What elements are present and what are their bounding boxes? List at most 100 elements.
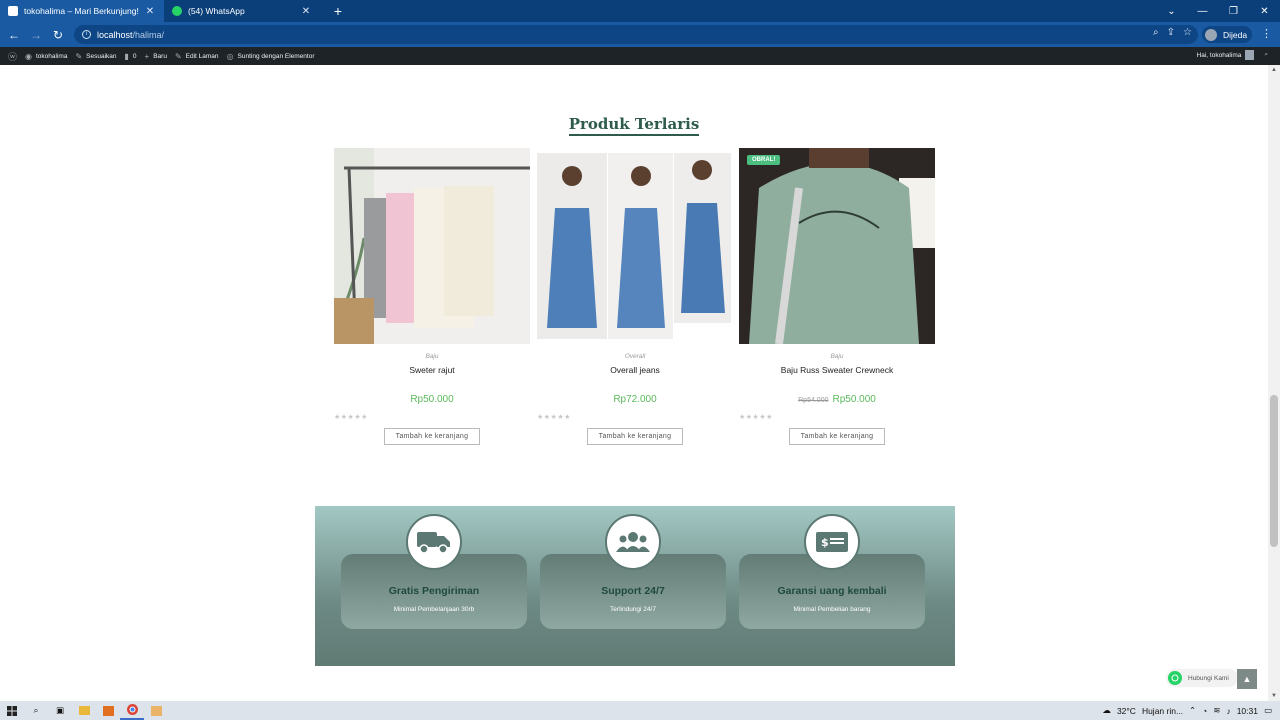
taskbar: ⌕ ▣ ☁ 32°C Hujan rin... ⌃ ◔ ≋ ♪ 10:31 ▭ — [0, 701, 1280, 720]
product-old-price: Rp54.000 — [798, 397, 829, 404]
task-view-icon[interactable]: ▣ — [48, 701, 72, 720]
rating-stars: ★★★★★ — [739, 414, 773, 421]
search-icon[interactable]: ⌕ — [24, 701, 48, 720]
url-path: /halima/ — [132, 29, 165, 40]
share-icon[interactable]: ⇪ — [1167, 27, 1175, 38]
product-price: Rp54.000 Rp50.000 — [739, 394, 935, 405]
product-category[interactable]: Baju — [739, 353, 935, 360]
feature-subtitle: Minimal Pembelanjaan 30rb — [393, 606, 475, 613]
menu-icon[interactable]: ⋮ — [1261, 27, 1272, 40]
product-current-price: Rp72.000 — [613, 394, 657, 405]
info-icon[interactable]: i — [82, 30, 91, 39]
truck-icon — [406, 514, 462, 570]
product-name[interactable]: Sweter rajut — [334, 365, 530, 375]
feature-title: Gratis Pengiriman — [388, 585, 480, 597]
admin-site-label: tokohalima — [36, 52, 68, 60]
whatsapp-contact-button[interactable]: Hubungi Kami — [1167, 670, 1237, 686]
wordpress-logo-icon[interactable]: ⓦ — [8, 50, 17, 63]
system-tray: ☁ 32°C Hujan rin... ⌃ ◔ ≋ ♪ 10:31 ▭ — [1102, 701, 1280, 720]
feature-card: Support 24/7 Terlindungi 24/7 — [540, 514, 726, 629]
app-icon[interactable] — [144, 701, 168, 720]
url-host: localhost — [97, 29, 133, 40]
add-to-cart-button[interactable]: Tambah ke keranjang — [384, 428, 480, 445]
star-icon[interactable]: ☆ — [1183, 27, 1192, 38]
product-card: Overall Overall jeans Rp72.000 ★★★★★ Tam… — [537, 148, 733, 445]
profile-label: Dijeda — [1223, 29, 1248, 40]
scrollbar-thumb[interactable] — [1270, 395, 1278, 547]
elementor-icon: ◎ — [226, 51, 234, 61]
new-tab-button[interactable]: + — [330, 3, 346, 19]
address-bar[interactable]: i localhost/halima/ ⌕ ⇪ ☆ — [74, 25, 1198, 44]
network-icon[interactable]: ◔ — [1202, 706, 1207, 716]
tab-tokohalima[interactable]: tokohalima – Mari Berkunjung! ✕ — [0, 0, 164, 22]
admin-new-link[interactable]: + Baru — [145, 52, 167, 61]
admin-greeting[interactable]: Hai, tokohalima — [1197, 52, 1242, 59]
clock[interactable]: 10:31 — [1237, 706, 1258, 716]
wp-admin-bar: ⓦ ◉ tokohalima ✎ Sesuaikan ▮ 0 + Baru ✎ Edit … — [0, 47, 1280, 65]
product-card: Baju Sweter rajut Rp50.000 ★★★★★ Tambah … — [334, 148, 530, 445]
feature-title: Support 24/7 — [601, 585, 665, 597]
chrome-icon[interactable] — [120, 701, 144, 720]
add-to-cart-button[interactable]: Tambah ke keranjang — [789, 428, 885, 445]
product-current-price: Rp50.000 — [410, 394, 454, 405]
forward-button[interactable]: → — [25, 28, 47, 42]
close-icon[interactable]: ✕ — [144, 6, 156, 17]
feature-card: $ Garansi uang kembali Minimal Pembelian… — [739, 514, 925, 629]
product-name[interactable]: Baju Russ Sweater Crewneck — [739, 365, 935, 375]
whatsapp-label: Hubungi Kami — [1188, 674, 1229, 682]
chevron-down-icon[interactable]: ⌄ — [1156, 6, 1187, 17]
admin-comments-link[interactable]: ▮ 0 — [125, 52, 137, 61]
admin-customize-link[interactable]: ✎ Sesuaikan — [75, 52, 116, 61]
pencil-icon: ✎ — [174, 51, 182, 61]
notification-icon[interactable]: ▭ — [1264, 705, 1272, 716]
admin-edit-link[interactable]: ✎ Edit Laman — [175, 52, 219, 61]
volume-icon[interactable]: ♪ — [1226, 706, 1230, 716]
feature-card: Gratis Pengiriman Minimal Pembelanjaan 3… — [341, 514, 527, 629]
add-to-cart-button[interactable]: Tambah ke keranjang — [587, 428, 683, 445]
wifi-icon[interactable]: ≋ — [1213, 705, 1220, 716]
search-icon[interactable]: ⌕ — [1264, 51, 1268, 59]
scrollbar[interactable]: ▲ ▼ — [1268, 65, 1280, 701]
sale-badge: OBRAL! — [747, 155, 781, 165]
rating-stars: ★★★★★ — [334, 414, 368, 421]
admin-elementor-label: Sunting dengan Elementor — [237, 52, 315, 60]
product-category[interactable]: Baju — [334, 353, 530, 360]
close-window-button[interactable]: ✕ — [1249, 6, 1280, 17]
users-icon — [605, 514, 661, 570]
file-explorer-icon[interactable] — [72, 701, 96, 720]
profile-button[interactable]: Dijeda — [1202, 26, 1252, 43]
scroll-down-icon[interactable]: ▼ — [1268, 693, 1280, 699]
product-name[interactable]: Overall jeans — [537, 365, 733, 375]
admin-customize-label: Sesuaikan — [86, 52, 117, 60]
feature-subtitle: Minimal Pembelian barang — [793, 606, 871, 613]
zoom-icon[interactable]: ⌕ — [1153, 27, 1159, 38]
reload-button[interactable]: ↻ — [47, 28, 69, 42]
scroll-to-top-button[interactable]: ▲ — [1237, 669, 1257, 689]
scroll-up-icon[interactable]: ▲ — [1268, 67, 1280, 73]
product-image[interactable] — [334, 148, 530, 344]
restore-button[interactable]: ❐ — [1218, 6, 1249, 17]
admin-site-link[interactable]: ◉ tokohalima — [25, 52, 67, 61]
chevron-up-icon[interactable]: ⌃ — [1189, 705, 1196, 716]
close-icon[interactable]: ✕ — [300, 6, 312, 17]
minimize-button[interactable]: — — [1187, 6, 1218, 17]
product-category[interactable]: Overall — [537, 353, 733, 360]
page-content: Produk Terlaris Baju Sweter rajut Rp50.0… — [0, 65, 1268, 701]
windows-start-icon[interactable] — [0, 701, 24, 720]
avatar — [1205, 28, 1217, 41]
product-image[interactable]: OBRAL! — [739, 148, 935, 344]
whatsapp-icon — [172, 6, 182, 16]
admin-comments-count: 0 — [132, 52, 137, 60]
tab-whatsapp[interactable]: (54) WhatsApp ✕ — [164, 0, 320, 22]
admin-elementor-link[interactable]: ◎ Sunting dengan Elementor — [227, 52, 315, 61]
product-card: OBRAL! Baju Baju Russ Sweater Crewneck R… — [739, 148, 935, 445]
back-button[interactable]: ← — [3, 28, 25, 42]
product-image[interactable] — [537, 148, 733, 344]
tab-title: tokohalima – Mari Berkunjung! — [24, 6, 139, 16]
app-icon[interactable] — [96, 701, 120, 720]
weather-text[interactable]: Hujan rin... — [1142, 706, 1183, 716]
weather-temp[interactable]: 32°C — [1117, 706, 1136, 716]
feature-title: Garansi uang kembali — [777, 585, 887, 597]
svg-text:$: $ — [821, 536, 829, 549]
weather-icon: ☁ — [1102, 705, 1111, 715]
